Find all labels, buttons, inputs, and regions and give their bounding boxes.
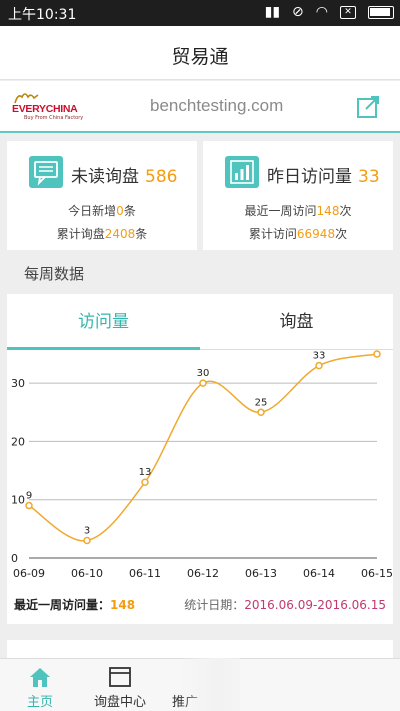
x-tick-label: 06-09	[13, 567, 45, 580]
data-label: 9	[26, 491, 32, 502]
data-point	[373, 350, 381, 358]
page-title: 贸易通	[171, 46, 229, 68]
date-range: 统计日期：2016.06.09-2016.06.15	[184, 598, 386, 612]
data-label: 30	[197, 368, 210, 379]
company-logo: EVERYCHINA Buy From China Factory	[12, 93, 92, 123]
y-tick-label: 20	[11, 435, 25, 448]
unread-inquiry-count: 586	[145, 167, 178, 187]
mute-icon: ⊘	[292, 4, 304, 20]
data-point	[315, 361, 323, 370]
nav-home-label: 主页	[26, 695, 53, 710]
week-visits-line: 最近一周访问148次	[244, 204, 352, 218]
tab-visits[interactable]: 访问量	[7, 294, 200, 350]
unread-inquiry-card[interactable]: 未读询盘 586 今日新增0条 累计询盘2408条	[7, 141, 197, 250]
data-point	[83, 536, 91, 545]
signal-icon: ▮▮	[264, 4, 281, 20]
data-label: 3	[84, 526, 90, 537]
message-icon	[29, 156, 63, 188]
site-banner: EVERYCHINA Buy From China Factory bencht…	[0, 81, 400, 133]
visits-line-chart: 0 10 20 30 9 06-09 3 06-10 13 06-11 30 06-12 25 06-13…	[11, 350, 393, 580]
y-tick-label: 0	[11, 552, 18, 565]
tab-inquiries[interactable]: 询盘	[200, 294, 393, 350]
external-link-icon[interactable]	[356, 95, 380, 119]
nav-inquiry-center[interactable]: 询盘中心	[80, 659, 160, 711]
section-title: 每周数据	[24, 265, 85, 283]
y-tick-label: 10	[11, 494, 25, 507]
x-tick-label: 06-10	[71, 567, 103, 580]
yesterday-visits-count: 33	[358, 167, 380, 187]
yesterday-visits-label: 昨日访问量 33	[267, 167, 380, 187]
x-tick-label: 06-15	[361, 567, 393, 580]
data-point	[141, 478, 149, 486]
logo-tagline: Buy From China Factory	[24, 115, 84, 121]
bar-chart-icon	[225, 156, 259, 188]
x-tick-label: 06-13	[245, 567, 277, 580]
data-label: 13	[139, 467, 152, 478]
status-time: 上午10:31	[8, 7, 77, 23]
logo-text: EVERYCHINA	[12, 103, 78, 115]
tab-bar: 访问量 询盘	[7, 294, 393, 350]
week-summary: 最近一周访问量：148	[14, 598, 136, 612]
status-icons: ▮▮ ⊘ ◠ ✕	[265, 4, 394, 20]
total-inquiry-line: 累计询盘2408条	[56, 227, 148, 241]
new-today-line: 今日新增0条	[68, 204, 136, 218]
data-point	[25, 501, 33, 510]
data-label: 33	[313, 351, 326, 362]
y-tick-label: 30	[11, 377, 25, 390]
sim-icon: ✕	[340, 5, 356, 19]
weekly-data-panel: 访问量 询盘 0 10 20 30 9 06-09 3 06-10 13 06-11 30 06-12…	[7, 294, 393, 624]
swipe-overlay	[180, 658, 240, 711]
visits-card[interactable]: 昨日访问量 33 最近一周访问148次 累计访问66948次	[203, 141, 393, 250]
nav-inquiry-label: 询盘中心	[93, 695, 146, 710]
data-point	[257, 408, 265, 417]
window-icon	[109, 667, 131, 687]
data-point	[199, 379, 207, 387]
data-label: 25	[255, 397, 268, 408]
total-visits-line: 累计访问66948次	[248, 227, 348, 241]
unread-inquiry-label: 未读询盘 586	[71, 167, 178, 187]
wifi-icon: ◠	[315, 4, 328, 20]
x-tick-label: 06-12	[187, 567, 219, 580]
x-tick-label: 06-14	[303, 567, 335, 580]
chart-summary: 最近一周访问量：148 统计日期：2016.06.09-2016.06.15	[7, 592, 393, 616]
app-header: 贸易通	[0, 26, 400, 80]
x-tick-label: 06-11	[129, 567, 161, 580]
battery-icon	[368, 5, 394, 19]
status-bar: 上午10:31 ▮▮ ⊘ ◠ ✕	[0, 0, 400, 26]
domain-text: benchtesting.com	[150, 96, 284, 115]
home-icon	[30, 668, 50, 687]
nav-home[interactable]: 主页	[0, 659, 80, 711]
